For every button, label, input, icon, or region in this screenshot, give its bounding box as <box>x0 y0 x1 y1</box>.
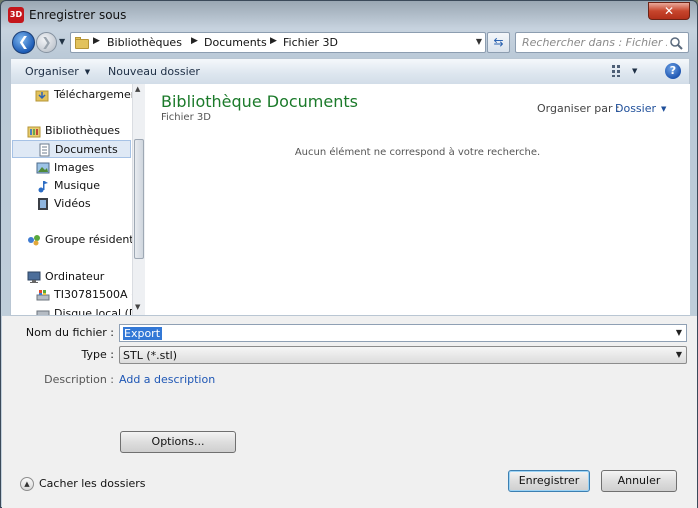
scrollbar-thumb[interactable] <box>134 139 144 259</box>
search-input[interactable] <box>522 35 667 50</box>
change-view-icon[interactable] <box>611 64 625 78</box>
close-button[interactable]: ✕ <box>648 2 690 20</box>
command-bar: Organiser ▼ Nouveau dossier ▼ ? <box>10 58 690 84</box>
title-bar: 3D Enregistrer sous ✕ <box>1 1 697 29</box>
breadcrumb-separator-icon[interactable]: ▶ <box>191 36 198 46</box>
chevron-down-icon: ▼ <box>675 350 682 359</box>
sidebar-item-musique[interactable]: Musique <box>11 177 133 195</box>
sidebar-item-videos[interactable]: Vidéos <box>11 195 133 213</box>
view-options-chevron-icon[interactable]: ▼ <box>632 67 637 75</box>
description-label: Description : <box>44 373 114 386</box>
sidebar-item-label: Ordinateur <box>45 270 105 283</box>
breadcrumb-documents[interactable]: Documents <box>204 36 267 49</box>
sidebar-item-label: Musique <box>54 179 100 192</box>
sidebar-item-groupe-residentiel[interactable]: Groupe résidentiel <box>11 231 133 249</box>
sidebar-item-bibliotheques[interactable]: Bibliothèques <box>11 122 133 140</box>
arrange-by-dropdown[interactable]: Dossier ▼ <box>615 102 666 115</box>
new-folder-button[interactable]: Nouveau dossier <box>108 65 200 78</box>
recent-pages-dropdown-icon[interactable]: ▼ <box>59 37 69 47</box>
filename-field[interactable]: ▼ <box>119 324 687 342</box>
refresh-icon[interactable]: ⇆ <box>487 32 510 53</box>
sidebar-item-label: Images <box>54 161 95 174</box>
window-title: Enregistrer sous <box>29 8 127 22</box>
cancel-button[interactable]: Annuler <box>601 470 677 492</box>
sidebar-item-label: Téléchargement <box>54 88 133 101</box>
sidebar-item-telechargement[interactable]: Téléchargement <box>11 86 133 104</box>
content-area: Téléchargement Bibliothèques Documents <box>10 84 690 316</box>
hide-folders-label: Cacher les dossiers <box>39 477 146 490</box>
sidebar-item-ordinateur[interactable]: Ordinateur <box>11 268 133 286</box>
sidebar-item-label: Groupe résidentiel <box>45 233 133 246</box>
sidebar-item-drive-d[interactable]: Disque local (D:) <box>11 305 133 315</box>
sidebar-item-documents[interactable]: Documents <box>12 140 131 158</box>
music-icon <box>38 181 48 193</box>
computer-icon <box>27 271 41 283</box>
chevron-down-icon: ▼ <box>661 105 667 113</box>
dialog-footer: ▲ Cacher les dossiers Enregistrer Annule… <box>2 466 697 508</box>
drive-icon <box>36 310 50 315</box>
help-icon[interactable]: ? <box>665 63 681 79</box>
homegroup-icon <box>28 235 40 246</box>
file-list-pane[interactable]: Bibliothèque Documents Fichier 3D Organi… <box>147 84 690 315</box>
save-button[interactable]: Enregistrer <box>508 470 590 492</box>
collapse-up-icon: ▲ <box>20 477 34 491</box>
search-icon[interactable] <box>669 36 683 50</box>
file-type-select[interactable]: STL (*.stl) ▼ <box>119 346 687 364</box>
filename-history-dropdown-icon[interactable]: ▼ <box>676 328 682 337</box>
options-button[interactable]: Options... <box>120 431 236 453</box>
libraries-icon <box>27 126 41 138</box>
arrange-by-label: Organiser par : <box>537 102 620 115</box>
empty-results-message: Aucun élément ne correspond à votre rech… <box>294 147 541 158</box>
sidebar-item-label: Disque local (D:) <box>54 307 133 315</box>
chevron-down-icon: ▼ <box>84 68 91 76</box>
add-description-link[interactable]: Add a description <box>119 373 215 386</box>
sidebar-item-label: Bibliothèques <box>45 124 120 137</box>
breadcrumb-bibliotheques[interactable]: Bibliothèques <box>107 36 182 49</box>
save-form: Nom du fichier : ▼ Type : STL (*.stl) ▼ … <box>2 316 697 466</box>
address-bar[interactable]: ▶ Bibliothèques ▶ Documents ▶ Fichier 3D… <box>70 32 486 53</box>
library-title: Bibliothèque Documents <box>161 92 358 111</box>
search-box[interactable] <box>515 32 689 53</box>
videos-icon <box>38 198 48 210</box>
navigation-pane: Téléchargement Bibliothèques Documents <box>11 84 145 315</box>
type-label: Type : <box>81 348 114 361</box>
filename-input[interactable] <box>124 326 664 340</box>
scroll-down-icon[interactable]: ▼ <box>135 303 140 311</box>
back-arrow-icon[interactable]: ❮ <box>12 31 35 54</box>
breadcrumb-separator-icon[interactable]: ▶ <box>270 36 277 46</box>
library-subtitle: Fichier 3D <box>161 112 211 123</box>
sidebar-item-label: Vidéos <box>54 197 91 210</box>
save-as-dialog: 3D Enregistrer sous ✕ ❮ ❯ ▼ ▶ Bibliothèq… <box>0 0 698 508</box>
organise-label: Organiser <box>25 65 79 78</box>
app-icon: 3D <box>8 7 24 23</box>
arrange-by-value: Dossier <box>615 102 657 115</box>
sidebar-item-images[interactable]: Images <box>11 159 133 177</box>
documents-icon <box>39 143 50 157</box>
address-dropdown-icon[interactable]: ▼ <box>476 37 482 46</box>
organise-menu-button[interactable]: Organiser ▼ <box>25 65 90 78</box>
sidebar-item-drive-c[interactable]: TI30781500A (C: <box>11 286 133 304</box>
navigation-scrollbar[interactable]: ▲ ▼ <box>132 84 145 315</box>
images-icon <box>36 162 50 174</box>
sidebar-item-label: TI30781500A (C: <box>54 288 133 301</box>
file-type-value: STL (*.stl) <box>123 349 178 362</box>
drive-icon <box>36 290 50 301</box>
breadcrumb-separator-icon[interactable]: ▶ <box>93 36 100 46</box>
scroll-up-icon[interactable]: ▲ <box>135 85 140 93</box>
breadcrumb-fichier-3d[interactable]: Fichier 3D <box>283 36 338 49</box>
folder-icon <box>75 36 89 49</box>
downloads-folder-icon <box>35 90 49 102</box>
forward-arrow-icon[interactable]: ❯ <box>36 32 57 53</box>
filename-label: Nom du fichier : <box>25 326 114 339</box>
sidebar-item-label: Documents <box>55 143 118 156</box>
